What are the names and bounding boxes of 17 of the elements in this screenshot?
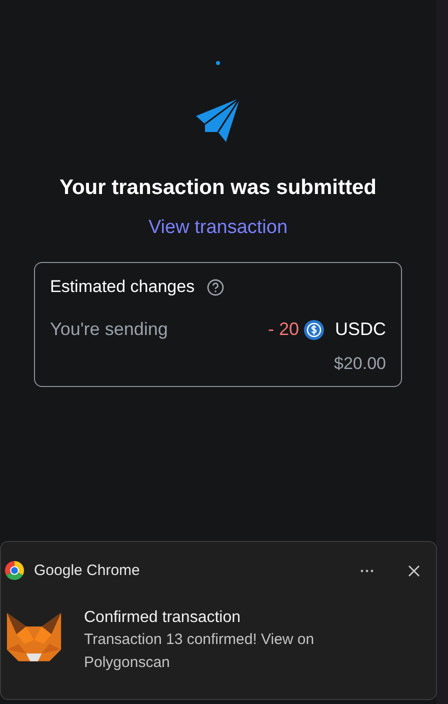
more-options-icon[interactable]	[360, 568, 374, 572]
notification-title: Confirmed transaction	[84, 609, 242, 627]
browser-icon	[5, 561, 24, 580]
card-title: Estimated changes	[50, 277, 195, 297]
close-icon[interactable]	[408, 564, 420, 576]
help-icon[interactable]	[206, 278, 224, 296]
row-label: You're sending	[50, 319, 169, 340]
status-heading: Your transaction was submitted	[60, 176, 376, 200]
amount: - 20	[268, 319, 299, 340]
coin-icon	[304, 320, 324, 340]
token-symbol: USDC	[334, 319, 386, 340]
paper-plane-icon	[196, 98, 240, 142]
spinner-dot-icon	[216, 61, 220, 65]
view-transaction-link[interactable]: View transaction	[148, 217, 288, 239]
fiat-value: $20.00	[334, 354, 386, 374]
notification-message: Transaction 13 confirmed! View on Polygonscan	[84, 630, 316, 673]
app-name: Google Chrome	[34, 562, 141, 579]
